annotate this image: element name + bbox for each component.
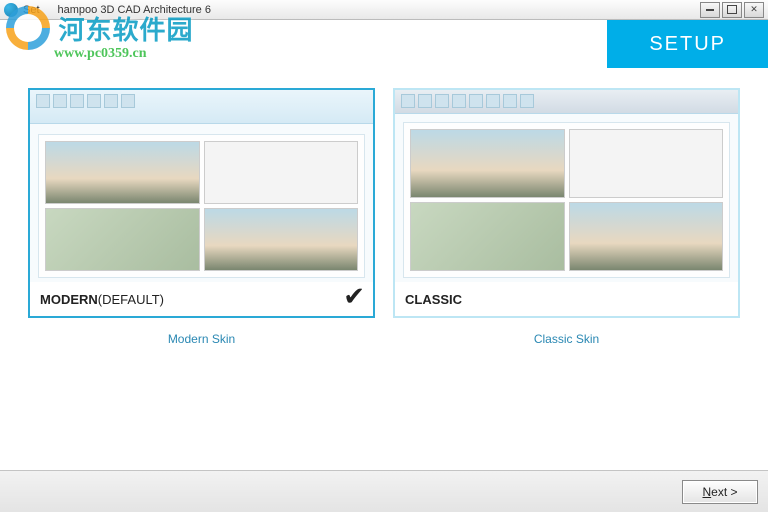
maximize-button[interactable] [722,2,742,18]
footer: Next > [0,470,768,512]
option-classic[interactable]: CLASSIC Classic Skin [393,88,740,464]
modern-ribbon-preview [30,90,373,124]
title-prefix: Set [23,4,40,16]
modern-band-strong: MODERN [40,292,98,307]
modern-band-rest: (DEFAULT) [98,292,164,307]
minimize-button[interactable] [700,2,720,18]
app-icon [4,3,18,17]
modern-band: MODERN (DEFAULT) ✔ [30,282,373,316]
setup-window: Set hampoo 3D CAD Architecture 6 SETUP M… [0,0,768,512]
classic-thumbnail[interactable]: CLASSIC [393,88,740,318]
modern-caption: Modern Skin [168,332,235,346]
next-rest: ext > [711,485,737,499]
titlebar: Set hampoo 3D CAD Architecture 6 [0,0,768,20]
classic-toolbar-preview [395,90,738,114]
setup-heading: SETUP [607,20,768,68]
next-button[interactable]: Next > [682,480,758,504]
classic-caption: Classic Skin [534,332,599,346]
skin-options: MODERN (DEFAULT) ✔ Modern Skin CLASSIC [0,68,768,470]
checkmark-icon: ✔ [343,281,365,312]
classic-band-strong: CLASSIC [405,292,462,307]
header: SETUP [0,20,768,68]
modern-pane-preview [38,134,365,278]
modern-thumbnail[interactable]: MODERN (DEFAULT) ✔ [28,88,375,318]
classic-band: CLASSIC [395,282,738,316]
next-underlined: N [702,485,711,499]
classic-pane-preview [403,122,730,278]
option-modern[interactable]: MODERN (DEFAULT) ✔ Modern Skin [28,88,375,464]
title-main: hampoo 3D CAD Architecture 6 [58,4,211,16]
close-button[interactable] [744,2,764,18]
